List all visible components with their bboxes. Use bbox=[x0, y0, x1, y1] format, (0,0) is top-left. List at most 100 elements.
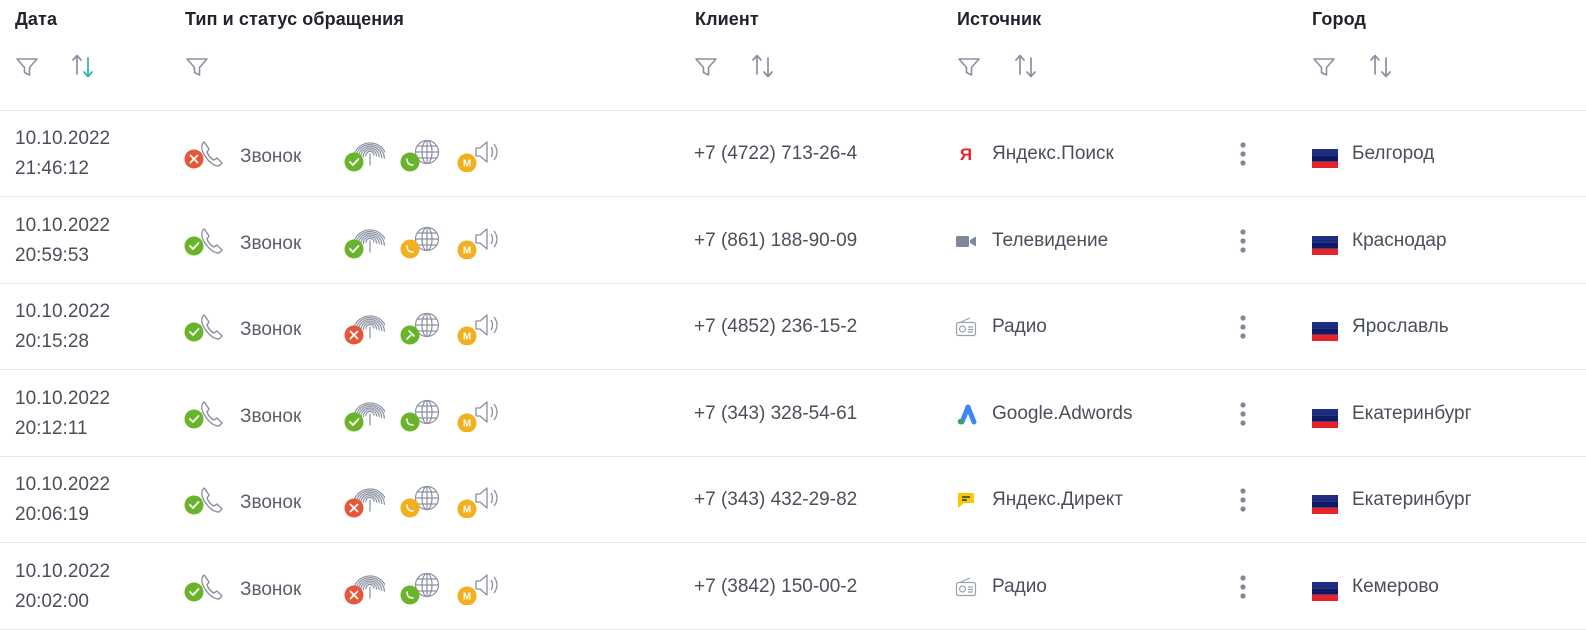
column-title-date: Дата bbox=[15, 9, 58, 29]
fingerprint-icon[interactable] bbox=[343, 398, 388, 432]
more-vertical-icon[interactable] bbox=[1232, 572, 1254, 602]
column-title-client: Клиент bbox=[695, 9, 759, 29]
globe-icon[interactable] bbox=[399, 571, 443, 605]
row-date: 10.10.2022 bbox=[15, 387, 111, 409]
phone-call-icon bbox=[184, 395, 226, 431]
table-row[interactable]: 10.10.2022 21:46:12 Звонок M +7 (4722) 713-2… bbox=[0, 111, 1586, 197]
request-type-label: Звонок bbox=[240, 146, 302, 167]
speaker-icon[interactable]: M bbox=[456, 311, 500, 346]
request-type-label: Звонок bbox=[240, 319, 302, 341]
globe-icon[interactable] bbox=[399, 311, 443, 345]
yandex-direct-icon bbox=[955, 489, 977, 511]
yandex-icon: Я bbox=[955, 143, 977, 165]
source-label: Яндекс.Директ bbox=[992, 489, 1124, 511]
city-sort-icon[interactable] bbox=[1368, 52, 1394, 80]
client-phone[interactable]: +7 (861) 188-90-09 bbox=[694, 230, 857, 252]
svg-text:M: M bbox=[463, 159, 471, 170]
speaker-icon[interactable]: M bbox=[456, 138, 500, 173]
row-date: 10.10.2022 bbox=[15, 301, 111, 323]
globe-icon[interactable] bbox=[399, 225, 443, 259]
globe-icon[interactable] bbox=[399, 484, 443, 518]
row-time: 20:15:28 bbox=[15, 331, 89, 353]
russia-flag-icon bbox=[1312, 495, 1338, 515]
more-vertical-icon[interactable] bbox=[1232, 485, 1254, 515]
russia-flag-icon bbox=[1312, 235, 1338, 255]
row-time: 20:12:11 bbox=[15, 417, 88, 439]
speaker-icon[interactable]: M bbox=[456, 225, 500, 260]
more-vertical-icon[interactable] bbox=[1232, 312, 1254, 342]
globe-icon[interactable] bbox=[399, 138, 443, 172]
source-filter-icon[interactable] bbox=[956, 52, 982, 80]
russia-flag-icon bbox=[1312, 408, 1338, 428]
column-title-city: Город bbox=[1312, 9, 1366, 29]
client-phone[interactable]: +7 (4852) 236-15-2 bbox=[694, 316, 857, 338]
google-ads-icon bbox=[955, 403, 977, 425]
row-time: 20:02:00 bbox=[15, 591, 89, 612]
client-phone[interactable]: +7 (343) 328-54-61 bbox=[694, 403, 857, 425]
fingerprint-icon[interactable] bbox=[343, 225, 388, 259]
svg-text:Я: Я bbox=[960, 145, 972, 164]
table-row[interactable]: 10.10.2022 20:06:19 Звонок M +7 (343) 432-29… bbox=[0, 457, 1586, 544]
row-time: 20:59:53 bbox=[15, 244, 89, 266]
request-type-label: Звонок bbox=[240, 579, 302, 600]
column-title-source: Источник bbox=[957, 9, 1042, 29]
source-sort-icon[interactable] bbox=[1013, 52, 1039, 80]
fingerprint-icon[interactable] bbox=[343, 138, 388, 172]
source-label: Радио bbox=[992, 576, 1047, 597]
svg-text:M: M bbox=[463, 505, 471, 516]
speaker-icon[interactable]: M bbox=[456, 398, 500, 433]
fingerprint-icon[interactable] bbox=[343, 571, 388, 605]
city-label: Ярославль bbox=[1352, 316, 1449, 338]
date-sort-icon[interactable] bbox=[70, 52, 96, 80]
row-date: 10.10.2022 bbox=[15, 214, 111, 236]
row-time: 21:46:12 bbox=[15, 158, 89, 179]
table-row[interactable]: 10.10.2022 20:12:11 Звонок M +7 (343) 328-54… bbox=[0, 371, 1586, 457]
speaker-icon[interactable]: M bbox=[456, 484, 500, 519]
more-vertical-icon[interactable] bbox=[1232, 139, 1254, 169]
client-phone[interactable]: +7 (3842) 150-00-2 bbox=[694, 576, 857, 598]
fingerprint-icon[interactable] bbox=[343, 484, 388, 518]
request-type-label: Звонок bbox=[240, 232, 302, 254]
radio-icon bbox=[955, 316, 977, 338]
phone-call-icon bbox=[184, 222, 226, 258]
column-title-type-status: Тип и статус обращения bbox=[185, 9, 404, 29]
row-date: 10.10.2022 bbox=[15, 561, 111, 582]
globe-icon[interactable] bbox=[399, 398, 443, 432]
russia-flag-icon bbox=[1312, 322, 1338, 342]
fingerprint-icon[interactable] bbox=[343, 311, 388, 345]
request-type-label: Звонок bbox=[240, 492, 302, 514]
client-phone[interactable]: +7 (343) 432-29-82 bbox=[694, 489, 857, 511]
city-filter-icon[interactable] bbox=[1311, 52, 1337, 80]
table-row[interactable]: 10.10.2022 20:15:28 Звонок M +7 (4852) 236-1… bbox=[0, 284, 1586, 371]
table-row[interactable]: 10.10.2022 20:02:00 Звонок M +7 (3842) 150-0… bbox=[0, 544, 1586, 630]
more-vertical-icon[interactable] bbox=[1232, 226, 1254, 256]
phone-call-icon bbox=[184, 135, 226, 171]
client-filter-icon[interactable] bbox=[693, 52, 719, 80]
phone-call-icon bbox=[184, 568, 226, 604]
date-filter-icon[interactable] bbox=[14, 52, 40, 80]
speaker-icon[interactable]: M bbox=[456, 571, 500, 606]
client-sort-icon[interactable] bbox=[750, 52, 776, 80]
source-label: Google.Adwords bbox=[992, 402, 1133, 424]
russia-flag-icon bbox=[1312, 149, 1338, 168]
russia-flag-icon bbox=[1312, 582, 1338, 601]
svg-text:M: M bbox=[463, 592, 471, 603]
tv-icon bbox=[955, 230, 977, 252]
city-label: Кемерово bbox=[1352, 576, 1439, 597]
city-label: Краснодар bbox=[1352, 229, 1447, 251]
type-status-filter-icon[interactable] bbox=[184, 52, 210, 80]
svg-text:M: M bbox=[463, 332, 471, 343]
table-header: Дата Тип и статус обращения Клиент Источ… bbox=[0, 0, 1586, 110]
city-label: Белгород bbox=[1352, 143, 1435, 164]
phone-call-icon bbox=[184, 308, 226, 344]
radio-icon bbox=[955, 576, 977, 598]
client-phone[interactable]: +7 (4722) 713-26-4 bbox=[694, 143, 857, 165]
row-time: 20:06:19 bbox=[15, 504, 89, 526]
source-label: Телевидение bbox=[992, 229, 1109, 251]
svg-text:M: M bbox=[463, 245, 471, 256]
more-vertical-icon[interactable] bbox=[1232, 399, 1254, 429]
source-label: Радио bbox=[992, 316, 1047, 338]
city-label: Екатеринбург bbox=[1352, 402, 1472, 424]
table-row[interactable]: 10.10.2022 20:59:53 Звонок M +7 (861) 188-90… bbox=[0, 198, 1586, 284]
source-label: Яндекс.Поиск bbox=[992, 143, 1114, 164]
